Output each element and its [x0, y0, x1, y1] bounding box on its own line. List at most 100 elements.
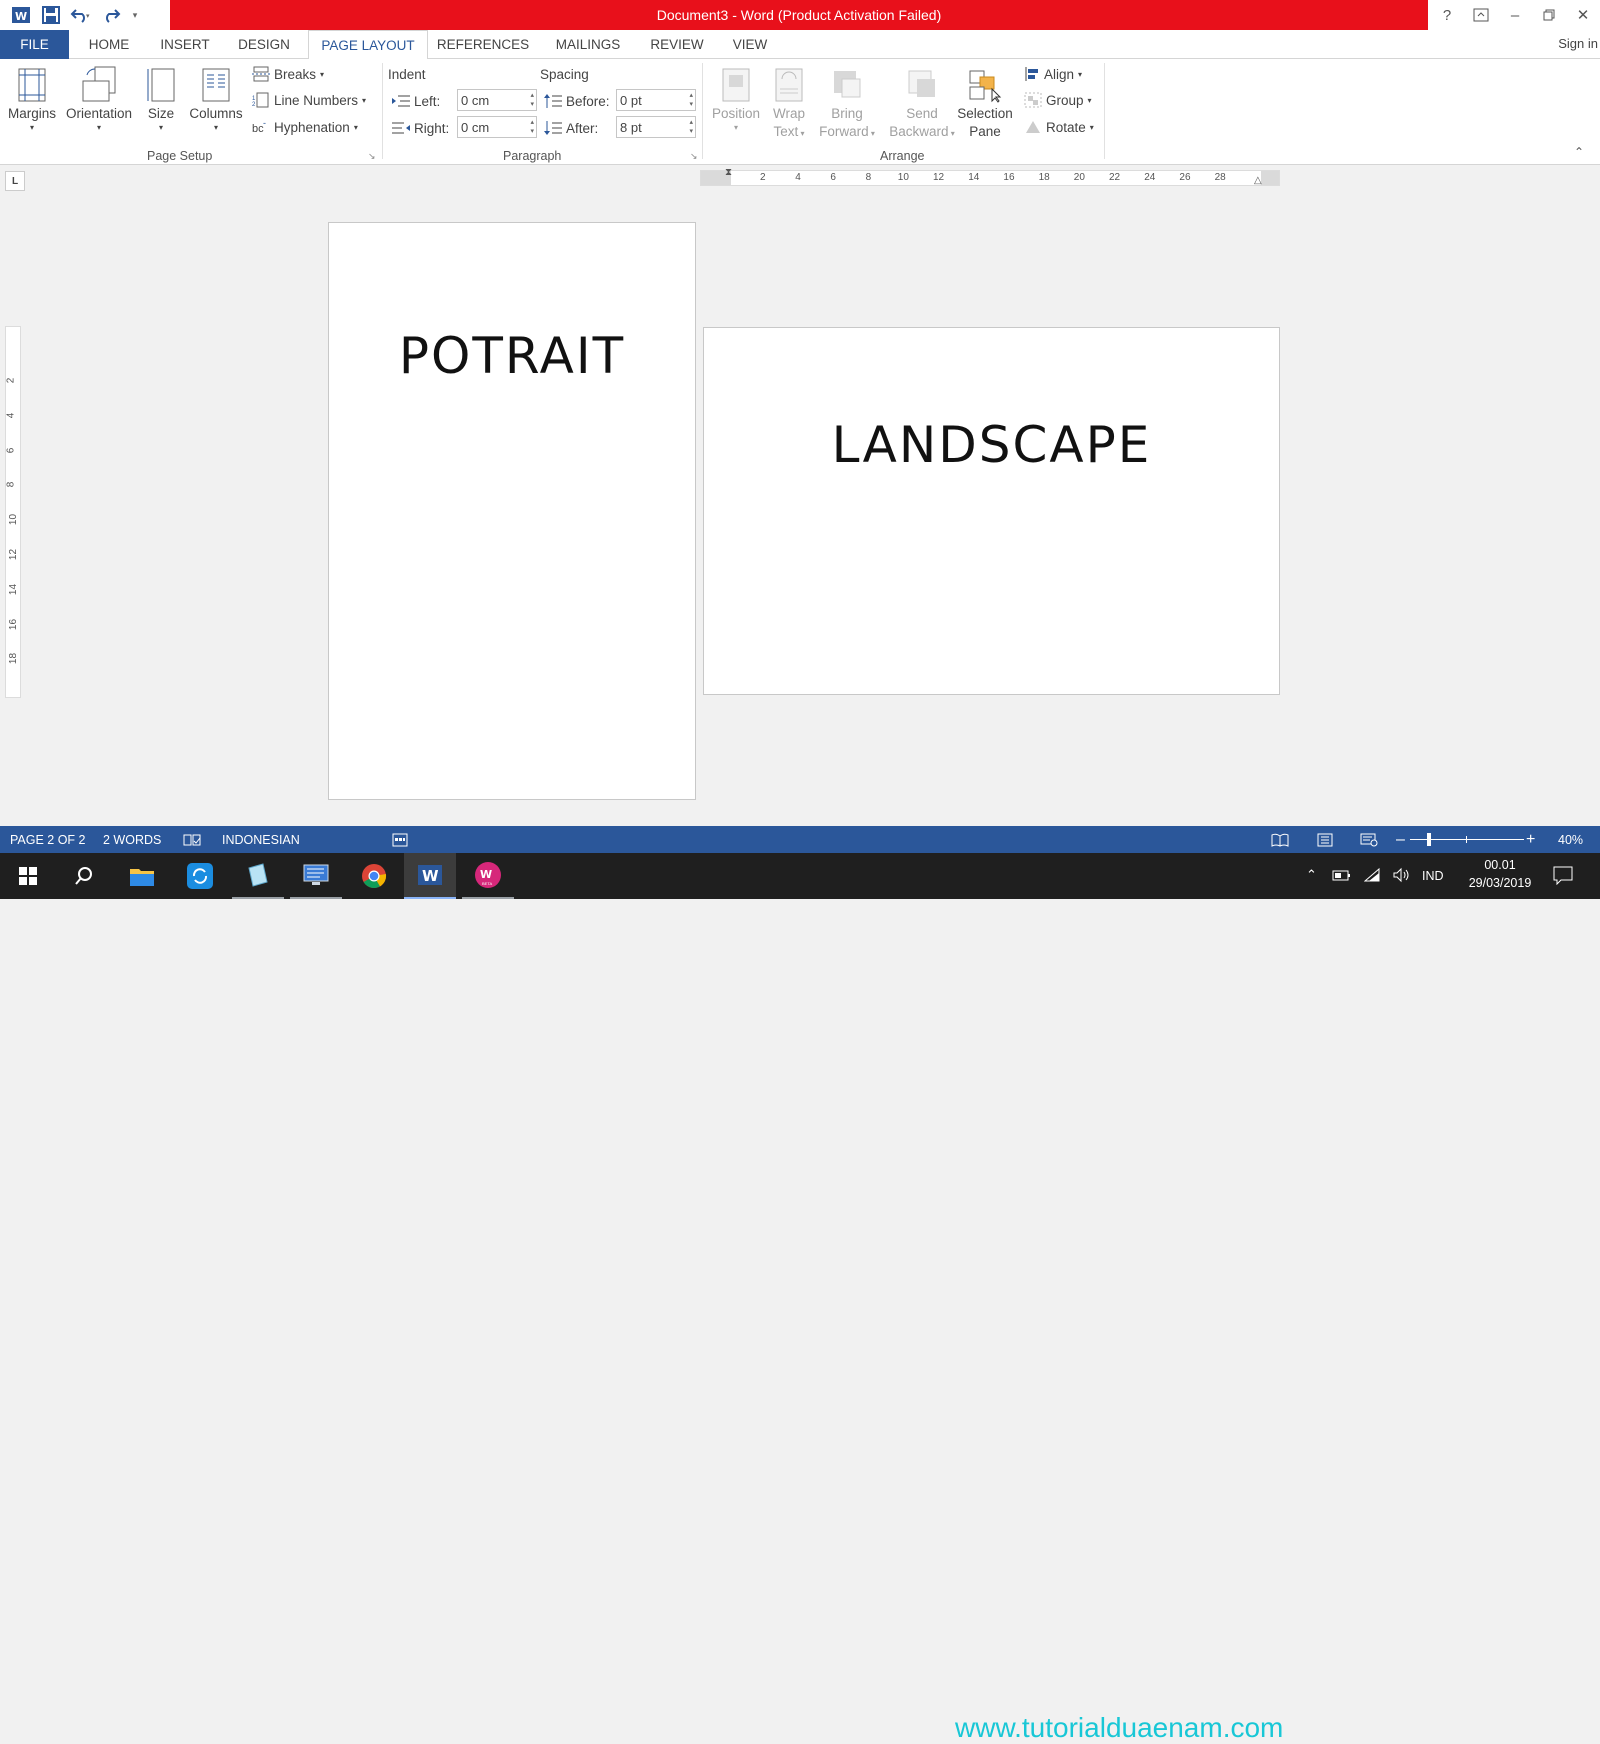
- zoom-slider[interactable]: [1410, 833, 1524, 846]
- landscape-text[interactable]: LANDSCAPE: [704, 416, 1279, 474]
- line-numbers-button[interactable]: 12 Line Numbers ▾: [252, 89, 366, 111]
- close-icon[interactable]: ✕: [1566, 0, 1600, 30]
- clock[interactable]: 00.01 29/03/2019: [1464, 858, 1536, 890]
- group-button[interactable]: Group ▾: [1024, 89, 1092, 111]
- file-explorer-icon[interactable]: [116, 853, 168, 899]
- selection-pane-button[interactable]: Selection Pane: [954, 63, 1016, 141]
- tab-review[interactable]: REVIEW: [646, 30, 708, 59]
- size-button[interactable]: Size ▾: [140, 63, 182, 133]
- right-indent-marker-icon[interactable]: △: [1254, 175, 1262, 186]
- ribbon-display-options-icon[interactable]: [1464, 0, 1498, 30]
- indent-right-label-row: Right:: [392, 117, 449, 139]
- zoom-slider-thumb[interactable]: [1427, 833, 1431, 846]
- zoom-out-button[interactable]: –: [1396, 826, 1405, 853]
- customize-qat-icon[interactable]: ▾: [128, 2, 142, 28]
- spacing-before-spinner-icon[interactable]: ▴ ▾: [689, 91, 693, 109]
- tab-insert[interactable]: INSERT: [152, 30, 218, 59]
- notifications-icon[interactable]: [1552, 865, 1574, 888]
- indent-right-input[interactable]: 0 cm ▴ ▾: [457, 116, 537, 138]
- collapse-ribbon-icon[interactable]: ⌃: [1574, 145, 1584, 159]
- horizontal-ruler[interactable]: ⧗ △ 2 4 6 8 10 12 14 16 18 20 22 24 26 28: [700, 167, 1280, 186]
- tab-page-layout[interactable]: PAGE LAYOUT: [308, 30, 428, 60]
- breaks-label: Breaks: [274, 66, 317, 82]
- selection-pane-icon: [954, 63, 1016, 103]
- search-icon[interactable]: [58, 853, 110, 899]
- bring-forward-label-2: Forward: [819, 124, 869, 139]
- windows-start-icon[interactable]: [2, 853, 54, 899]
- align-button[interactable]: Align ▾: [1024, 63, 1082, 85]
- web-layout-icon[interactable]: [1360, 826, 1378, 853]
- paragraph-dialog-launcher-icon[interactable]: ↘: [690, 151, 698, 162]
- quick-access-toolbar: W ▾ ▾: [0, 0, 142, 30]
- margins-button[interactable]: Margins ▾: [6, 63, 58, 133]
- tab-view[interactable]: VIEW: [726, 30, 774, 59]
- restore-icon[interactable]: [1532, 0, 1566, 30]
- indent-right-spinner-icon[interactable]: ▴ ▾: [530, 118, 534, 136]
- macro-recording-icon[interactable]: [392, 826, 408, 853]
- indent-left-input[interactable]: 0 cm ▴ ▾: [457, 89, 537, 111]
- wifi-icon[interactable]: [1363, 867, 1382, 886]
- tab-selector[interactable]: L: [5, 171, 25, 191]
- chrome-icon[interactable]: [348, 853, 400, 899]
- zoom-in-button[interactable]: +: [1526, 826, 1535, 853]
- tab-file[interactable]: FILE: [0, 30, 69, 59]
- page-setup-dialog-launcher-icon[interactable]: ↘: [368, 151, 376, 162]
- breaks-button[interactable]: Breaks ▾: [252, 63, 324, 85]
- save-icon[interactable]: [38, 2, 64, 28]
- redo-icon[interactable]: [98, 2, 124, 28]
- tab-mailings[interactable]: MAILINGS: [548, 30, 628, 59]
- input-language[interactable]: IND: [1422, 869, 1444, 883]
- ruler-tick-label: 2: [760, 172, 766, 183]
- landscape-page[interactable]: LANDSCAPE: [703, 327, 1280, 695]
- spacing-after-input[interactable]: 8 pt ▴ ▾: [616, 116, 696, 138]
- orientation-button[interactable]: Orientation ▾: [62, 63, 136, 133]
- volume-icon[interactable]: [1392, 867, 1412, 886]
- bring-forward-button[interactable]: Bring Forward ▾: [814, 63, 880, 143]
- position-button[interactable]: Position ▾: [708, 63, 764, 133]
- page-count[interactable]: PAGE 2 OF 2: [10, 826, 86, 853]
- wps-beta-icon[interactable]: W BETA: [462, 853, 514, 899]
- ruler-tick-label: 16: [1003, 172, 1015, 183]
- show-hidden-icons-icon[interactable]: ⌃: [1306, 867, 1317, 883]
- tab-home[interactable]: HOME: [78, 30, 140, 59]
- undo-icon[interactable]: ▾: [68, 2, 94, 28]
- proofing-icon[interactable]: [183, 826, 201, 853]
- rotate-button[interactable]: Rotate ▾: [1024, 116, 1094, 138]
- ruler-right-margin: [1261, 171, 1279, 185]
- battery-icon[interactable]: [1332, 867, 1352, 886]
- first-line-indent-marker-icon[interactable]: ⧗: [725, 167, 732, 178]
- watermark-text: www.tutorialduaenam.com: [955, 1712, 1284, 1743]
- spacing-heading: Spacing: [540, 67, 589, 82]
- wrap-text-button[interactable]: Wrap Text ▾: [766, 63, 812, 143]
- columns-button[interactable]: Columns ▾: [186, 63, 246, 133]
- help-button[interactable]: ?: [1430, 0, 1464, 30]
- remote-desktop-icon[interactable]: [290, 853, 342, 899]
- send-backward-button[interactable]: Send Backward ▾: [884, 63, 960, 143]
- word-taskbar-icon[interactable]: W: [404, 853, 456, 899]
- portrait-text[interactable]: POTRAIT: [329, 327, 695, 385]
- language-indicator[interactable]: INDONESIAN: [222, 826, 300, 853]
- hyphenation-button[interactable]: bc - Hyphenation ▾: [252, 116, 358, 138]
- spacing-after-spinner-icon[interactable]: ▴ ▾: [689, 118, 693, 136]
- minimize-icon[interactable]: –: [1498, 0, 1532, 30]
- rotate-icon: [1026, 121, 1040, 133]
- word-count[interactable]: 2 WORDS: [103, 826, 161, 853]
- word-app-icon[interactable]: W: [8, 2, 34, 28]
- ruler-tick-label: 6: [830, 172, 836, 183]
- tab-design[interactable]: DESIGN: [228, 30, 300, 59]
- tab-references[interactable]: REFERENCES: [436, 30, 530, 59]
- columns-icon: [186, 63, 246, 103]
- indent-left-spinner-icon[interactable]: ▴ ▾: [530, 91, 534, 109]
- notepad-app-icon[interactable]: [232, 853, 284, 899]
- spacing-before-input[interactable]: 0 pt ▴ ▾: [616, 89, 696, 111]
- zoom-level[interactable]: 40%: [1558, 826, 1583, 853]
- indent-left-value: 0 cm: [461, 92, 490, 108]
- print-layout-icon[interactable]: [1316, 826, 1334, 853]
- clock-time: 00.01: [1484, 858, 1516, 872]
- portrait-page[interactable]: POTRAIT: [328, 222, 696, 800]
- read-mode-icon[interactable]: [1271, 826, 1289, 853]
- vertical-ruler-tick-label: 8: [5, 482, 17, 488]
- vertical-ruler[interactable]: 2 4 6 8 10 12 14 16 18: [5, 326, 21, 698]
- sync-app-icon[interactable]: [174, 853, 226, 899]
- sign-in-link[interactable]: Sign in: [1558, 36, 1598, 51]
